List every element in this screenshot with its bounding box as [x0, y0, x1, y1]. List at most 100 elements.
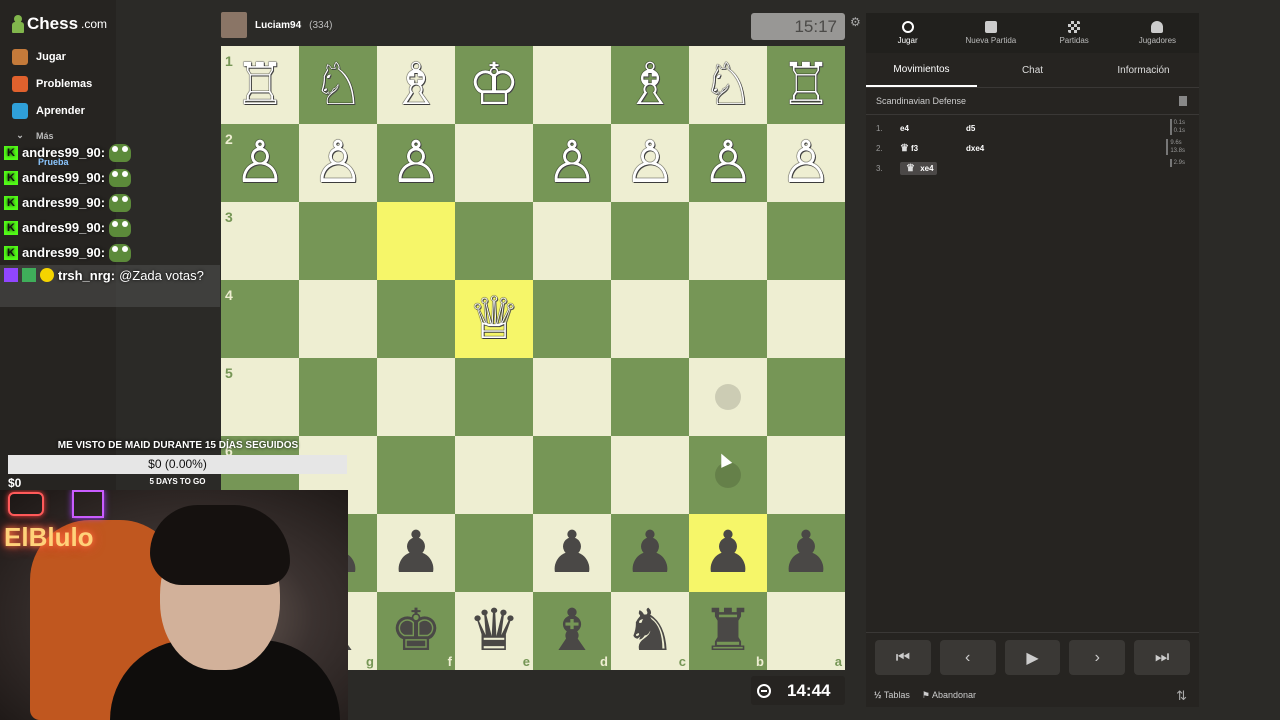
resign-button[interactable]: ⚑ Abandonar	[922, 690, 976, 701]
first-move-button[interactable]: ⏮	[875, 640, 931, 675]
board-square[interactable]: ♔	[455, 46, 533, 124]
board-square[interactable]: ♘	[689, 46, 767, 124]
black-piece[interactable]: ♜	[702, 602, 754, 660]
black-piece[interactable]: ♝	[546, 602, 598, 660]
board-square[interactable]: ♘	[299, 46, 377, 124]
white-piece[interactable]: ♗	[390, 56, 442, 114]
white-move[interactable]: ♛ f3	[900, 143, 966, 154]
tab-partidas[interactable]: Partidas	[1033, 13, 1116, 53]
board-square[interactable]: 4	[221, 280, 299, 358]
black-piece[interactable]: ♟	[624, 524, 676, 582]
play-button[interactable]: ▶	[1004, 640, 1061, 675]
board-square[interactable]	[611, 202, 689, 280]
board-square[interactable]: ♚ f	[377, 592, 455, 670]
board-square[interactable]: ♟	[611, 514, 689, 592]
book-icon[interactable]	[1179, 96, 1187, 106]
board-square[interactable]	[377, 358, 455, 436]
board-square[interactable]: ♖ 1	[221, 46, 299, 124]
board-square[interactable]: ♝ d	[533, 592, 611, 670]
board-square[interactable]	[611, 280, 689, 358]
white-piece[interactable]: ♕	[468, 290, 520, 348]
sidebar-item-jugar[interactable]: Jugar	[12, 49, 66, 65]
white-piece[interactable]: ♙	[390, 134, 442, 192]
board-square[interactable]: 5	[221, 358, 299, 436]
gear-icon[interactable]: ⚙	[850, 15, 861, 29]
white-piece[interactable]: ♔	[468, 56, 520, 114]
black-move[interactable]: d5	[966, 124, 1086, 133]
board-square[interactable]	[299, 280, 377, 358]
board-square[interactable]: ♙	[611, 124, 689, 202]
board-square[interactable]: a	[767, 592, 845, 670]
white-piece[interactable]: ♘	[702, 56, 754, 114]
board-square[interactable]	[611, 358, 689, 436]
white-piece[interactable]: ♙	[234, 134, 286, 192]
move-hint[interactable]	[715, 384, 741, 410]
board-square[interactable]	[533, 358, 611, 436]
board-square[interactable]	[767, 202, 845, 280]
black-piece[interactable]: ♟	[546, 524, 598, 582]
board-square[interactable]	[689, 436, 767, 514]
white-move[interactable]: e4	[900, 124, 966, 133]
board-square[interactable]: ♙	[377, 124, 455, 202]
flip-board-icon[interactable]: ⇅	[1176, 688, 1187, 704]
board-square[interactable]: 3	[221, 202, 299, 280]
white-piece[interactable]: ♘	[312, 56, 364, 114]
tab-informacion[interactable]: Información	[1088, 53, 1199, 87]
white-move-current[interactable]: ♛ xe4	[900, 161, 966, 175]
board-square[interactable]: ♙ 2	[221, 124, 299, 202]
black-piece[interactable]: ♟	[390, 524, 442, 582]
board-square[interactable]	[455, 358, 533, 436]
white-piece[interactable]: ♗	[624, 56, 676, 114]
board-square[interactable]	[533, 202, 611, 280]
board-square[interactable]: ♙	[299, 124, 377, 202]
black-piece[interactable]: ♞	[624, 602, 676, 660]
board-square[interactable]: ♙	[767, 124, 845, 202]
last-move-button[interactable]: ⏭	[1134, 640, 1190, 675]
tab-jugar[interactable]: Jugar	[866, 13, 949, 53]
board-square[interactable]	[377, 202, 455, 280]
opponent-name[interactable]: Luciam94	[255, 20, 301, 31]
board-square[interactable]	[455, 202, 533, 280]
board-square[interactable]: ♖	[767, 46, 845, 124]
black-piece[interactable]: ♚	[390, 602, 442, 660]
chess-logo[interactable]: Chess .com	[12, 14, 107, 34]
black-piece[interactable]: ♟	[702, 524, 754, 582]
white-piece[interactable]: ♙	[546, 134, 598, 192]
white-piece[interactable]: ♖	[780, 56, 832, 114]
draw-button[interactable]: ½ Tablas	[874, 690, 910, 700]
board-square[interactable]	[767, 358, 845, 436]
board-square[interactable]: ♗	[611, 46, 689, 124]
previous-move-button[interactable]: ‹	[939, 640, 996, 675]
board-square[interactable]	[377, 436, 455, 514]
avatar[interactable]	[221, 12, 247, 38]
black-piece[interactable]: ♟	[780, 524, 832, 582]
black-piece[interactable]: ♛	[468, 602, 520, 660]
sidebar-item-aprender[interactable]: Aprender	[12, 103, 85, 119]
next-move-button[interactable]: ›	[1069, 640, 1126, 675]
board-square[interactable]: ♟	[689, 514, 767, 592]
board-square[interactable]	[455, 124, 533, 202]
board-square[interactable]	[533, 46, 611, 124]
move-hint[interactable]	[715, 462, 741, 488]
board-square[interactable]: ♞ c	[611, 592, 689, 670]
board-square[interactable]	[533, 436, 611, 514]
board-square[interactable]	[689, 202, 767, 280]
board-square[interactable]: ♛ e	[455, 592, 533, 670]
white-piece[interactable]: ♖	[234, 56, 286, 114]
board-square[interactable]	[299, 202, 377, 280]
white-piece[interactable]: ♙	[312, 134, 364, 192]
white-piece[interactable]: ♙	[702, 134, 754, 192]
board-square[interactable]	[689, 280, 767, 358]
board-square[interactable]	[533, 280, 611, 358]
board-square[interactable]: ♟	[377, 514, 455, 592]
board-square[interactable]	[767, 436, 845, 514]
board-square[interactable]: ♗	[377, 46, 455, 124]
board-square[interactable]: ♙	[533, 124, 611, 202]
board-square[interactable]	[299, 358, 377, 436]
black-move[interactable]: dxe4	[966, 144, 1086, 153]
board-square[interactable]	[767, 280, 845, 358]
board-square[interactable]: ♕	[455, 280, 533, 358]
white-piece[interactable]: ♙	[780, 134, 832, 192]
tab-chat[interactable]: Chat	[977, 53, 1088, 87]
board-square[interactable]	[455, 514, 533, 592]
